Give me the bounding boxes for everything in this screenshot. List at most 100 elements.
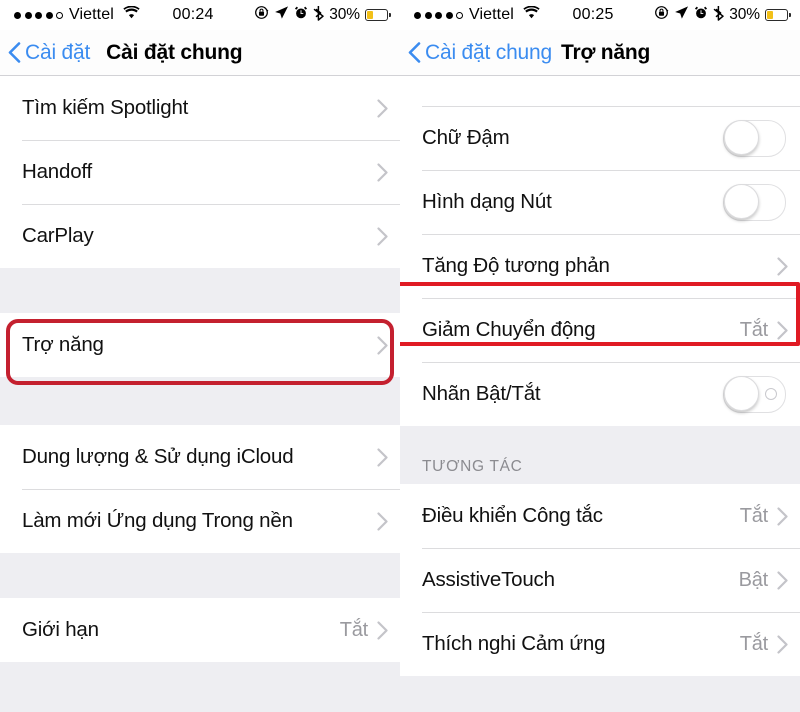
row-label: Hình dạng Nút [422,190,552,213]
row-restrictions[interactable]: Giới hạn Tắt [0,598,400,662]
carrier-label: Viettel [469,6,514,23]
chevron-right-icon [377,447,388,467]
row-reduce-motion[interactable]: Giảm Chuyển động Tắt [400,298,800,362]
group-separator [0,268,400,313]
chevron-right-icon [777,570,788,590]
bluetooth-icon [313,5,325,26]
chevron-right-icon [777,506,788,526]
battery-percent-label: 30% [329,6,360,23]
chevron-left-icon [8,42,21,63]
row-increase-contrast[interactable]: Tăng Độ tương phản [400,234,800,298]
group-separator [0,377,400,425]
settings-list[interactable]: Tìm kiếm Spotlight Handoff CarPlay Trợ n… [0,76,400,712]
chevron-right-icon [377,335,388,355]
dual-screenshot-container: Viettel 00:24 30% Cài đặt Cài đặt chung … [0,0,800,712]
row-label: Thích nghi Cảm ứng [422,632,606,655]
location-arrow-icon [274,5,289,25]
chevron-right-icon [377,226,388,246]
row-value: Tắt [739,632,768,655]
chevron-left-icon [408,42,421,63]
row-accessibility[interactable]: Trợ năng [0,313,400,377]
row-label: Chữ Lớn hơn [422,76,740,79]
bold-text-toggle[interactable] [723,119,786,157]
chevron-right-icon [777,634,788,654]
back-button-label: Cài đặt [25,40,91,64]
row-label: Dung lượng & Sử dụng iCloud [22,445,294,468]
chevron-right-icon [377,98,388,118]
status-bar-left: Viettel [414,5,540,24]
row-switch-control[interactable]: Điều khiển Công tắc Tắt [400,484,800,548]
row-value: Tắt [339,618,368,641]
battery-percent-label: 30% [729,6,760,23]
row-value: Tắt [739,504,768,527]
chevron-right-icon [777,320,788,340]
chevron-right-icon [777,256,788,276]
right-phone-screen: Viettel 00:25 30% Cài đặt chung Trợ năng… [400,0,800,712]
signal-dots-icon [14,11,63,19]
bluetooth-icon [713,5,725,26]
row-label: CarPlay [22,224,94,247]
row-value: Tắt [739,318,768,341]
wifi-icon [523,5,540,24]
section-header-interaction: TƯƠNG TÁC [400,426,800,484]
wifi-icon [123,5,140,24]
back-button[interactable]: Cài đặt chung [400,41,552,65]
row-label: Nhãn Bật/Tắt [422,382,541,405]
row-spotlight-search[interactable]: Tìm kiếm Spotlight [0,76,400,140]
row-label: Giới hạn [22,618,99,641]
status-bar-left: Viettel [14,5,140,24]
row-label: Handoff [22,160,93,183]
settings-group-3: Dung lượng & Sử dụng iCloud Làm mới Ứng … [0,425,400,553]
alarm-clock-icon [294,5,308,25]
row-touch-accommodations[interactable]: Thích nghi Cảm ứng Tắt [400,612,800,676]
row-label: Giảm Chuyển động [422,318,596,341]
row-assistivetouch[interactable]: AssistiveTouch Bật [400,548,800,612]
location-arrow-icon [674,5,689,25]
button-shapes-toggle[interactable] [723,183,786,221]
status-bar-right: 30% [254,5,391,26]
page-title: Cài đặt chung [106,40,243,64]
signal-dots-icon [414,11,463,19]
accessibility-list[interactable]: Chữ Lớn hơn Tắt Chữ Đậm Hình dạng Nút Tă… [400,76,800,712]
battery-icon [765,9,791,21]
toggle-knob [724,119,759,155]
status-bar-right: 30% [654,5,791,26]
row-larger-text-partial[interactable]: Chữ Lớn hơn Tắt [400,76,800,106]
settings-group-accessibility: Trợ năng [0,313,400,377]
rotation-lock-icon [654,5,669,25]
navigation-bar: Cài đặt Cài đặt chung [0,30,400,76]
toggle-knob [724,183,759,219]
navigation-bar: Cài đặt chung Trợ năng [400,30,800,76]
alarm-clock-icon [694,5,708,25]
toggle-off-label-icon [765,387,777,400]
row-label: Làm mới Ứng dụng Trong nền [22,509,293,532]
on-off-labels-toggle[interactable] [723,375,786,413]
row-handoff[interactable]: Handoff [0,140,400,204]
back-button[interactable]: Cài đặt [0,41,90,65]
row-on-off-labels[interactable]: Nhãn Bật/Tắt [400,362,800,426]
status-bar: Viettel 00:25 30% [400,0,800,30]
clock-label: 00:24 [172,6,214,23]
row-label: Tăng Độ tương phản [422,254,610,277]
row-value: Tắt [740,76,768,78]
clock-label: 00:25 [572,6,614,23]
chevron-right-icon [377,162,388,182]
back-button-label: Cài đặt chung [425,40,552,64]
group-separator [0,662,400,698]
row-icloud-storage[interactable]: Dung lượng & Sử dụng iCloud [0,425,400,489]
row-carplay[interactable]: CarPlay [0,204,400,268]
rotation-lock-icon [254,5,269,25]
settings-group-vision: Chữ Lớn hơn Tắt Chữ Đậm Hình dạng Nút Tă… [400,76,800,426]
settings-group-1: Tìm kiếm Spotlight Handoff CarPlay [0,76,400,268]
row-bold-text[interactable]: Chữ Đậm [400,106,800,170]
battery-icon [365,9,391,21]
row-label: Tìm kiếm Spotlight [22,96,189,119]
row-label: Chữ Đậm [422,126,510,149]
row-button-shapes[interactable]: Hình dạng Nút [400,170,800,234]
row-background-app-refresh[interactable]: Làm mới Ứng dụng Trong nền [0,489,400,553]
row-value: Bật [738,568,769,591]
group-separator [0,553,400,598]
row-label: AssistiveTouch [422,568,555,591]
left-phone-screen: Viettel 00:24 30% Cài đặt Cài đặt chung … [0,0,400,712]
chevron-right-icon [377,620,388,640]
